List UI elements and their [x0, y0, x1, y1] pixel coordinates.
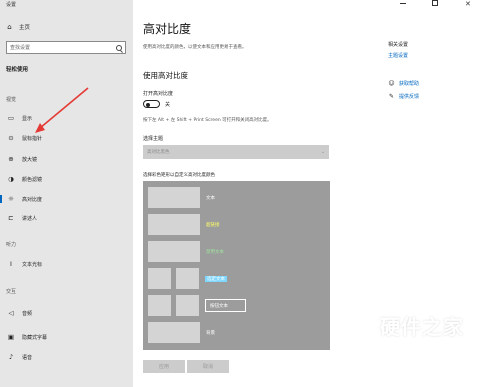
sidebar-item-audio[interactable]: ◁ 音频: [0, 306, 133, 320]
disabled-text-swatch[interactable]: [148, 241, 200, 262]
watermark-text: 硬件之家: [380, 315, 464, 339]
page-title: 高对比度: [143, 22, 192, 36]
contrast-icon: ☼: [8, 195, 14, 203]
sidebar: 设置 ⌂ 主页 查找设置 轻松使用 视觉 ▭ 显示 ⊙ 鼠标指针 ⊕ 放大镜 ◑…: [0, 0, 133, 387]
button-text-swatch-b[interactable]: [176, 295, 199, 316]
sidebar-item-text-cursor[interactable]: I 文本光标: [0, 257, 133, 271]
section-title: 使用高对比度: [143, 71, 188, 80]
sidebar-item-color-filters[interactable]: ◑ 颜色滤镜: [0, 172, 133, 186]
sidebar-item-speech[interactable]: ♪ 语音: [0, 350, 133, 364]
sidebar-item-captions[interactable]: ▣ 隐藏式字幕: [0, 330, 133, 344]
selected-text-swatch-a[interactable]: [148, 268, 171, 289]
sidebar-item-narrator[interactable]: ⊏ 讲述人: [0, 211, 133, 225]
selected-text-swatch-b[interactable]: [176, 268, 199, 289]
disabled-swatch-label: 禁用文本: [206, 250, 224, 255]
theme-settings-link[interactable]: 主题设置: [388, 52, 408, 59]
sidebar-item-label: 音频: [22, 310, 33, 317]
feedback-label: 提供反馈: [399, 94, 420, 100]
theme-value: 高对比黑色: [147, 150, 170, 155]
site-watermark: 硬件之家 YING JIAN ZHI JIA.COM: [330, 307, 500, 362]
search-icon[interactable]: [116, 44, 122, 51]
shortcut-hint: 按下左 Alt + 左 Shift + Print Screen 可打开和关闭高…: [143, 118, 272, 123]
high-contrast-toggle[interactable]: [143, 100, 160, 108]
toggle-state: 关: [165, 102, 171, 108]
watermark-logo-icon: [333, 309, 373, 353]
sidebar-item-label: 讲述人: [22, 215, 38, 222]
group-label-interaction: 交互: [6, 289, 17, 295]
sidebar-item-magnifier[interactable]: ⊕ 放大镜: [0, 152, 133, 166]
background-swatch[interactable]: [148, 322, 200, 343]
maximize-button[interactable]: [432, 0, 438, 6]
button-text-preview: 按钮文本: [205, 299, 246, 312]
sidebar-item-pointer[interactable]: ⊙ 鼠标指针: [0, 131, 133, 145]
theme-label: 选择主题: [143, 136, 164, 142]
sidebar-home[interactable]: ⌂ 主页: [6, 23, 30, 31]
sidebar-item-label: 文本光标: [22, 261, 43, 268]
feedback-icon: ✎: [388, 93, 395, 100]
text-cursor-icon: I: [10, 260, 12, 268]
get-help-label: 获取帮助: [399, 81, 420, 87]
toggle-label: 打开高对比度: [143, 91, 174, 97]
button-swatch-label: 按钮文本: [210, 303, 228, 309]
sidebar-item-label: 语音: [22, 354, 33, 361]
chevron-down-icon: ⌄: [320, 149, 325, 155]
text-swatch-label: 文本: [206, 196, 215, 201]
group-label-vision: 视觉: [6, 97, 17, 103]
group-label-hearing: 听力: [6, 242, 17, 248]
close-button[interactable]: ✕: [465, 0, 471, 8]
contrast-preview: 文本 超链接 禁用文本 选定文本 按钮文本 背景: [143, 181, 330, 350]
cancel-button[interactable]: 取消: [187, 360, 229, 373]
apply-button[interactable]: 应用: [143, 360, 185, 373]
feedback-link[interactable]: ✎ 提供反馈: [388, 93, 419, 100]
sidebar-section-title: 轻松使用: [6, 67, 29, 73]
color-section-label: 选择彩色矩形以自定义高对比度颜色: [143, 173, 215, 178]
minimize-button[interactable]: [400, 3, 406, 4]
color-filter-icon: ◑: [8, 175, 14, 183]
magnifier-icon: ⊕: [8, 155, 14, 163]
sidebar-item-label: 高对比度: [22, 196, 43, 203]
home-label: 主页: [19, 25, 31, 31]
page-description: 使用高对比度的颜色，以使文本和应用更易于查看。: [143, 45, 247, 50]
microphone-icon: ♪: [8, 353, 14, 361]
button-text-swatch-a[interactable]: [148, 295, 171, 316]
theme-select[interactable]: 高对比黑色 ⌄: [143, 145, 329, 159]
sidebar-item-display[interactable]: ▭ 显示: [0, 111, 133, 125]
sidebar-item-label: 颜色滤镜: [22, 176, 43, 183]
sidebar-item-label: 放大镜: [22, 156, 38, 163]
toggle-knob: [146, 102, 150, 107]
display-icon: ▭: [7, 114, 15, 122]
pointer-icon: ⊙: [8, 134, 14, 142]
captions-icon: ▣: [7, 333, 15, 341]
home-icon: ⌂: [7, 22, 12, 31]
narrator-icon: ⊏: [8, 214, 14, 222]
search-placeholder: 查找设置: [10, 45, 31, 51]
sidebar-item-high-contrast[interactable]: ☼ 高对比度: [0, 192, 133, 206]
sidebar-item-label: 显示: [22, 115, 33, 122]
sidebar-item-label: 鼠标指针: [22, 135, 43, 142]
hyperlink-swatch[interactable]: [148, 214, 200, 235]
help-icon: ☺: [388, 80, 395, 87]
related-settings-heading: 相关设置: [388, 42, 409, 48]
text-swatch[interactable]: [148, 187, 200, 208]
selected-swatch-label: 选定文本: [205, 276, 227, 282]
hyperlink-swatch-label: 超链接: [206, 223, 220, 228]
watermark-subtext: YING JIAN ZHI JIA.COM: [380, 342, 463, 350]
sidebar-item-label: 隐藏式字幕: [22, 334, 48, 341]
window-title: 设置: [6, 2, 17, 8]
speaker-icon: ◁: [8, 309, 14, 317]
background-swatch-label: 背景: [206, 331, 215, 336]
search-input[interactable]: 查找设置: [6, 41, 126, 54]
get-help-link[interactable]: ☺ 获取帮助: [388, 80, 419, 87]
